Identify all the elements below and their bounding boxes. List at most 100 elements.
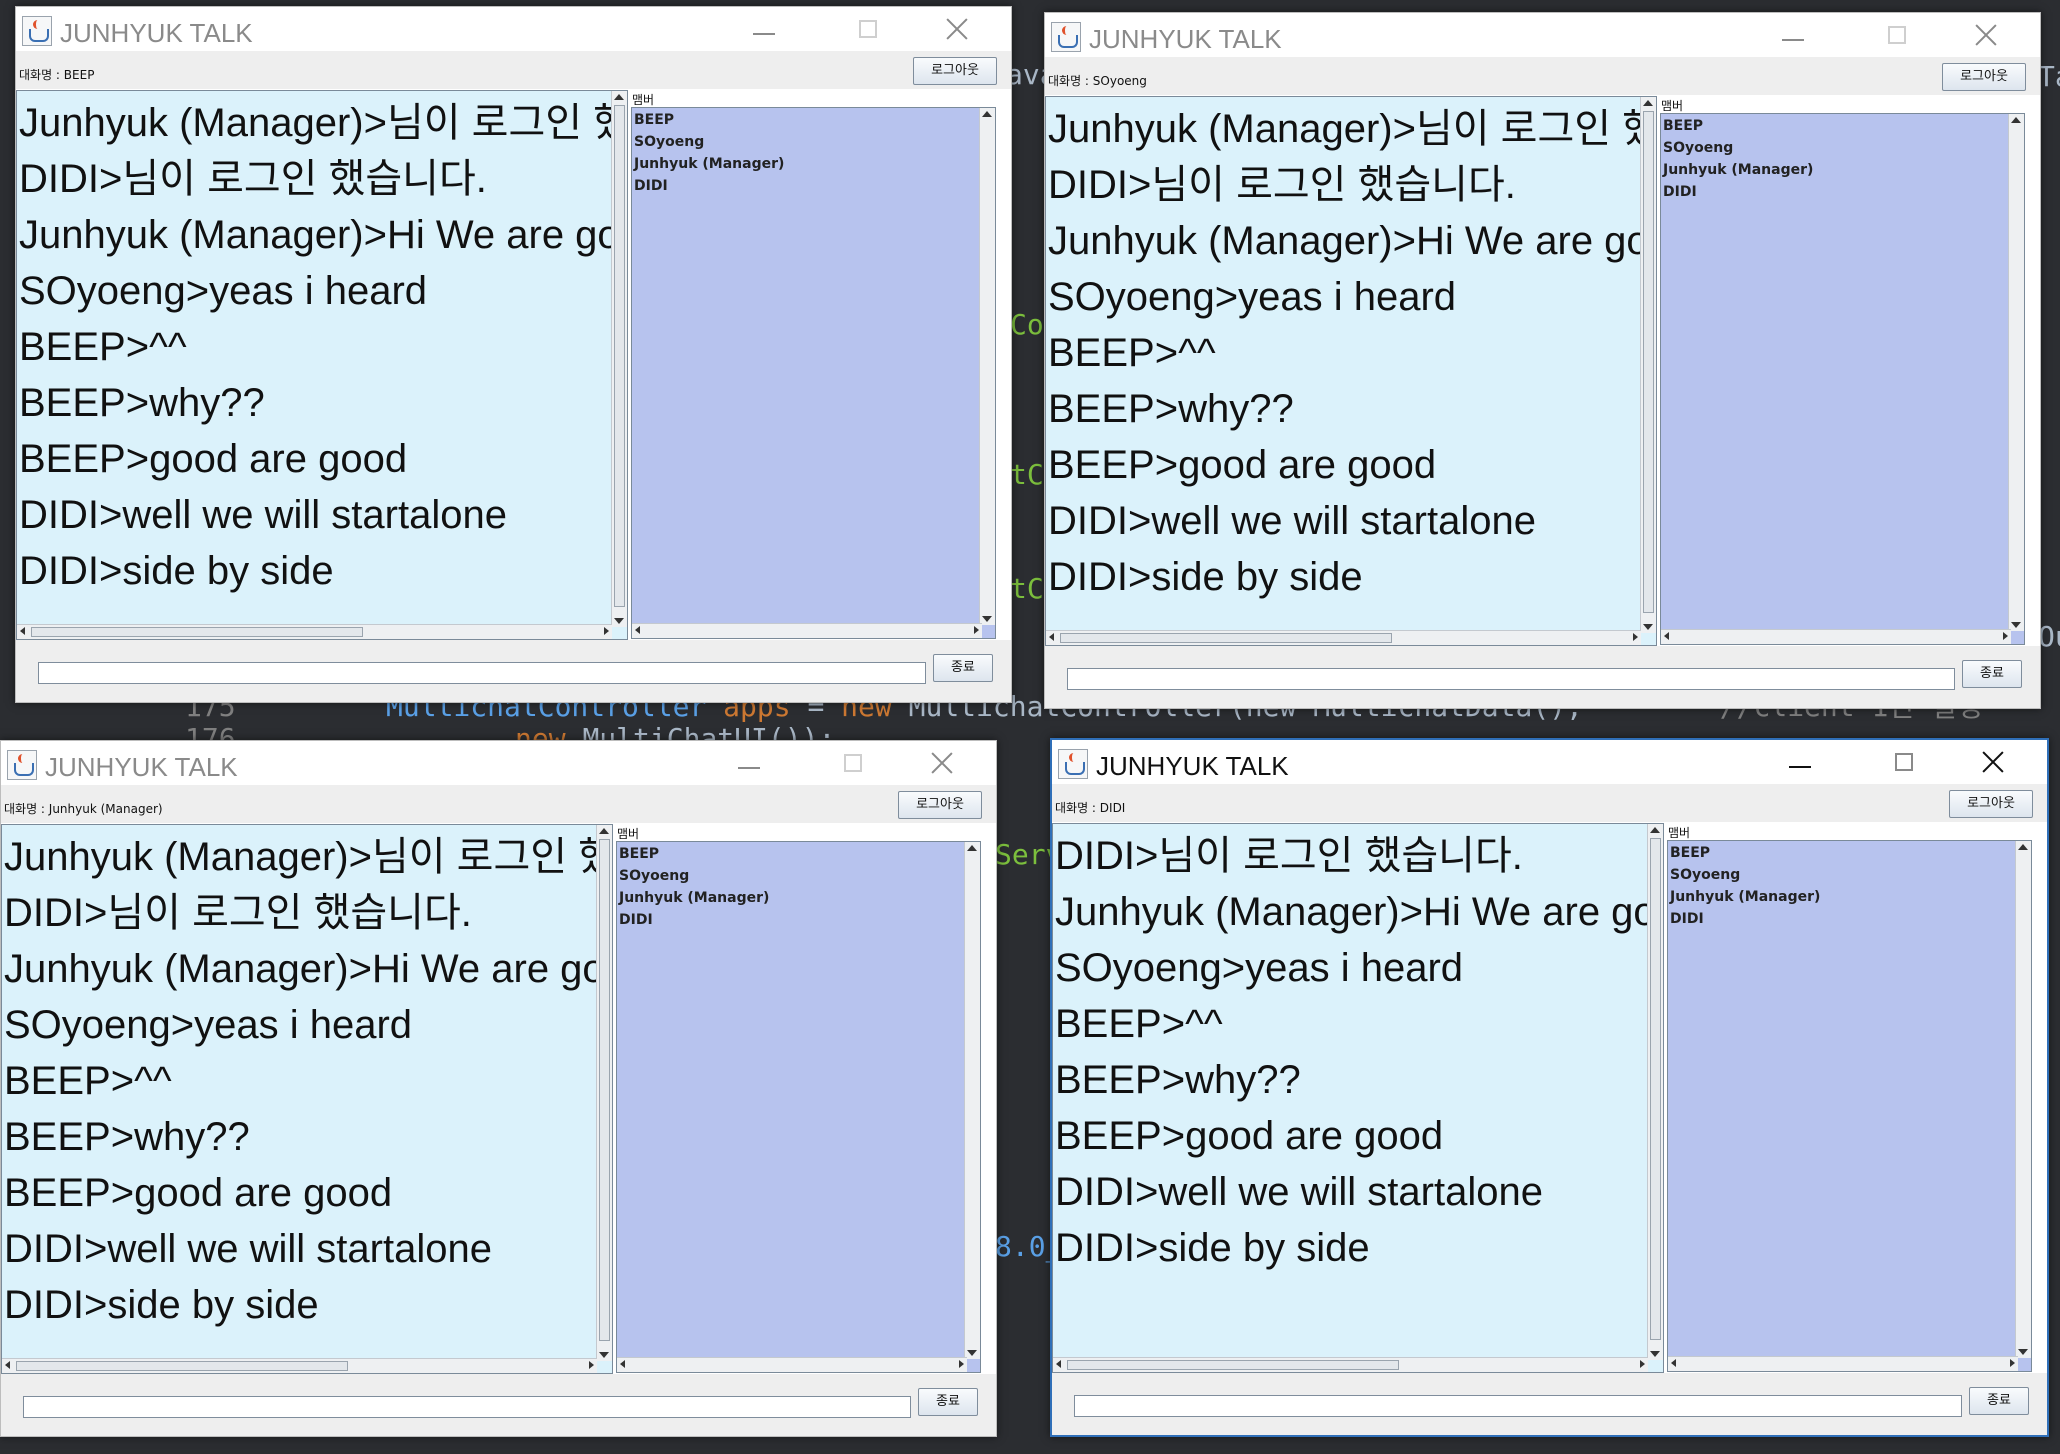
chat-log[interactable]: Junhyuk (Manager)>님이 로그인 했 DIDI>님이 로그인 했… xyxy=(1045,96,1657,646)
scroll-down-icon[interactable] xyxy=(1643,624,1653,630)
scroll-down-icon[interactable] xyxy=(967,1350,977,1356)
chat-horizontal-scrollbar[interactable] xyxy=(2,1358,597,1373)
member-item[interactable]: Junhyuk (Manager) xyxy=(1670,889,1820,905)
scroll-left-icon[interactable] xyxy=(1664,632,1669,640)
maximize-icon[interactable] xyxy=(1868,17,1928,53)
title-bar[interactable]: JUNHYUK TALK xyxy=(1045,13,2040,57)
message-input[interactable] xyxy=(38,662,926,684)
scroll-right-icon[interactable] xyxy=(1633,633,1638,641)
scroll-down-icon[interactable] xyxy=(1650,1351,1660,1357)
scroll-right-icon[interactable] xyxy=(589,1361,594,1369)
scroll-up-icon[interactable] xyxy=(614,94,624,100)
scroll-up-icon[interactable] xyxy=(1650,827,1660,833)
maximize-icon[interactable] xyxy=(824,745,884,781)
scroll-left-icon[interactable] xyxy=(1049,633,1054,641)
scroll-down-icon[interactable] xyxy=(982,616,992,622)
logout-button[interactable]: 로그아웃 xyxy=(1949,790,2033,818)
scroll-down-icon[interactable] xyxy=(2011,622,2021,628)
title-bar[interactable]: JUNHYUK TALK xyxy=(16,7,1011,51)
member-horizontal-scrollbar[interactable] xyxy=(632,623,982,638)
member-list[interactable]: BEEP SOyoeng Junhyuk (Manager) DIDI xyxy=(616,841,981,1373)
scroll-up-icon[interactable] xyxy=(967,845,977,851)
scroll-up-icon[interactable] xyxy=(1643,100,1653,106)
scroll-down-icon[interactable] xyxy=(2018,1349,2028,1355)
close-icon[interactable] xyxy=(1961,744,2021,780)
chat-vertical-scrollbar[interactable] xyxy=(1640,97,1656,633)
scroll-down-icon[interactable] xyxy=(599,1352,609,1358)
minimize-icon[interactable] xyxy=(734,11,794,47)
member-list[interactable]: BEEP SOyoeng Junhyuk (Manager) DIDI xyxy=(1660,113,2025,645)
scroll-left-icon[interactable] xyxy=(1671,1359,1676,1367)
chat-horizontal-scrollbar[interactable] xyxy=(17,624,612,639)
scroll-right-icon[interactable] xyxy=(959,1360,964,1368)
member-item[interactable]: SOyoeng xyxy=(619,868,689,884)
scroll-thumb[interactable] xyxy=(599,839,610,1341)
close-icon[interactable] xyxy=(910,745,970,781)
scroll-up-icon[interactable] xyxy=(599,828,609,834)
scroll-up-icon[interactable] xyxy=(2011,117,2021,123)
scroll-right-icon[interactable] xyxy=(974,626,979,634)
maximize-icon[interactable] xyxy=(1875,744,1935,780)
member-vertical-scrollbar[interactable] xyxy=(964,842,980,1359)
scroll-up-icon[interactable] xyxy=(2018,844,2028,850)
member-horizontal-scrollbar[interactable] xyxy=(1661,629,2011,644)
minimize-icon[interactable] xyxy=(1770,744,1830,780)
member-item[interactable]: SOyoeng xyxy=(634,134,704,150)
close-icon[interactable] xyxy=(925,11,985,47)
scroll-thumb[interactable] xyxy=(1067,1360,1399,1370)
chat-vertical-scrollbar[interactable] xyxy=(611,91,627,627)
chat-horizontal-scrollbar[interactable] xyxy=(1046,630,1641,645)
logout-button[interactable]: 로그아웃 xyxy=(913,57,997,85)
scroll-thumb[interactable] xyxy=(1650,838,1661,1340)
quit-button[interactable]: 종료 xyxy=(933,654,993,682)
quit-button[interactable]: 종료 xyxy=(1969,1387,2029,1415)
scroll-left-icon[interactable] xyxy=(5,1361,10,1369)
message-input[interactable] xyxy=(23,1396,911,1418)
member-item[interactable]: SOyoeng xyxy=(1663,140,1733,156)
scroll-down-icon[interactable] xyxy=(614,618,624,624)
minimize-icon[interactable] xyxy=(719,745,779,781)
minimize-icon[interactable] xyxy=(1763,17,1823,53)
scroll-left-icon[interactable] xyxy=(620,1360,625,1368)
title-bar[interactable]: JUNHYUK TALK xyxy=(1,741,996,785)
member-item[interactable]: BEEP xyxy=(619,846,659,862)
scroll-thumb[interactable] xyxy=(16,1361,348,1371)
quit-button[interactable]: 종료 xyxy=(1962,660,2022,688)
member-horizontal-scrollbar[interactable] xyxy=(617,1357,967,1372)
chat-log[interactable]: Junhyuk (Manager)>님이 로그인 했 DIDI>님이 로그인 했… xyxy=(1,824,613,1374)
scroll-right-icon[interactable] xyxy=(1640,1360,1645,1368)
chat-log[interactable]: Junhyuk (Manager)>님이 로그인 했 DIDI>님이 로그인 했… xyxy=(16,90,628,640)
scroll-up-icon[interactable] xyxy=(982,111,992,117)
scroll-thumb[interactable] xyxy=(1060,633,1392,643)
chat-log[interactable]: DIDI>님이 로그인 했습니다. Junhyuk (Manager)>Hi W… xyxy=(1052,823,1664,1373)
scroll-right-icon[interactable] xyxy=(604,627,609,635)
scroll-right-icon[interactable] xyxy=(2010,1359,2015,1367)
member-item[interactable]: DIDI xyxy=(634,178,668,194)
member-item[interactable]: BEEP xyxy=(1663,118,1703,134)
member-item[interactable]: DIDI xyxy=(1663,184,1697,200)
member-item[interactable]: BEEP xyxy=(634,112,674,128)
scroll-left-icon[interactable] xyxy=(1056,1360,1061,1368)
member-item[interactable]: SOyoeng xyxy=(1670,867,1740,883)
title-bar[interactable]: JUNHYUK TALK xyxy=(1052,740,2047,784)
scroll-right-icon[interactable] xyxy=(2003,632,2008,640)
member-item[interactable]: BEEP xyxy=(1670,845,1710,861)
scroll-thumb[interactable] xyxy=(1643,111,1654,613)
member-item[interactable]: Junhyuk (Manager) xyxy=(634,156,784,172)
chat-vertical-scrollbar[interactable] xyxy=(1647,824,1663,1360)
chat-horizontal-scrollbar[interactable] xyxy=(1053,1357,1648,1372)
message-input[interactable] xyxy=(1074,1395,1962,1417)
scroll-left-icon[interactable] xyxy=(635,626,640,634)
scroll-thumb[interactable] xyxy=(31,627,363,637)
member-horizontal-scrollbar[interactable] xyxy=(1668,1356,2018,1371)
member-item[interactable]: DIDI xyxy=(1670,911,1704,927)
maximize-icon[interactable] xyxy=(839,11,899,47)
member-item[interactable]: Junhyuk (Manager) xyxy=(1663,162,1813,178)
logout-button[interactable]: 로그아웃 xyxy=(898,791,982,819)
chat-vertical-scrollbar[interactable] xyxy=(596,825,612,1361)
member-list[interactable]: BEEP SOyoeng Junhyuk (Manager) DIDI xyxy=(631,107,996,639)
member-item[interactable]: Junhyuk (Manager) xyxy=(619,890,769,906)
member-vertical-scrollbar[interactable] xyxy=(2015,841,2031,1358)
quit-button[interactable]: 종료 xyxy=(918,1388,978,1416)
member-item[interactable]: DIDI xyxy=(619,912,653,928)
